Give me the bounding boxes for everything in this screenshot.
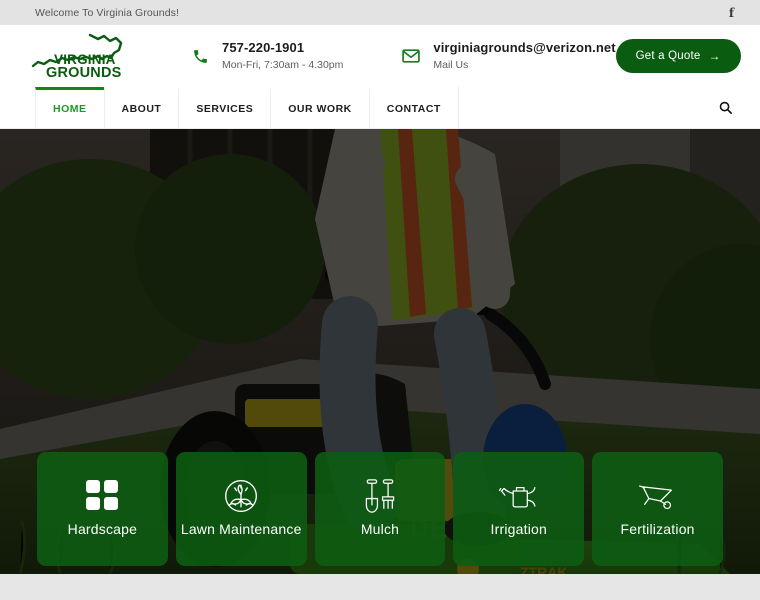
nav-item-about[interactable]: ABOUT [103,87,179,128]
top-announcement-bar: Welcome To Virginia Grounds! f [0,0,760,25]
service-card-mulch[interactable]: Mulch [314,452,446,566]
wheelbarrow-icon [638,475,678,517]
nav-item-our-work[interactable]: OUR WORK [270,87,369,128]
phone-hours: Mon-Fri, 7:30am - 4.30pm [222,59,344,72]
service-card-label: Fertilization [620,521,695,538]
hero-banner: DEERE ZTRAK [0,129,760,574]
service-card-irrigation[interactable]: Irrigation [453,452,585,566]
welcome-message: Welcome To Virginia Grounds! [35,6,180,19]
email-address: virginiagrounds@verizon.net [433,39,616,55]
service-cards: Hardscape Lawn Maintenance Mulch Irrigat… [37,452,723,566]
email-caption: Mail Us [433,59,469,72]
email-text: virginiagrounds@verizon.net Mail Us [433,40,615,72]
service-card-label: Mulch [360,521,400,538]
service-card-label: Irrigation [490,521,548,538]
plant-in-circle-icon [223,475,259,517]
nav-item-contact[interactable]: CONTACT [368,87,458,128]
quote-button-label: Get a Quote [635,50,701,62]
svg-text:GROUNDS: GROUNDS [46,65,122,80]
below-fold-area [0,574,760,600]
phone-number: 757-220-1901 [222,39,305,55]
search-icon[interactable] [710,87,740,128]
phone-icon [188,44,212,68]
watering-can-icon [498,475,539,517]
shovel-and-fork-icon [363,475,397,517]
phone-text: 757-220-1901 Mon-Fri, 7:30am - 4.30pm [222,40,343,72]
page-root: Welcome To Virginia Grounds! f VIRGINIA … [0,0,760,600]
phone-info[interactable]: 757-220-1901 Mon-Fri, 7:30am - 4.30pm [188,40,343,72]
envelope-icon [399,44,423,68]
service-card-hardscape[interactable]: Hardscape [37,452,168,566]
nav-item-services[interactable]: SERVICES [178,87,270,128]
site-logo[interactable]: VIRGINIA GROUNDS [28,32,146,80]
get-a-quote-button[interactable]: Get a Quote → [615,39,741,73]
social-links: f [723,7,740,19]
service-card-label: Hardscape [67,521,138,538]
service-card-fertilization[interactable]: Fertilization [592,452,723,566]
facebook-icon[interactable]: f [723,7,740,19]
site-header: VIRGINIA GROUNDS 757-220-1901 Mon-Fri, 7… [0,25,760,87]
main-navigation: HOME ABOUT SERVICES OUR WORK CONTACT [0,87,760,129]
arrow-right-icon: → [708,49,721,63]
service-card-label: Lawn Maintenance [180,521,302,538]
service-card-lawn-maintenance[interactable]: Lawn Maintenance [175,452,307,566]
grid-squares-icon [85,475,119,517]
email-info[interactable]: virginiagrounds@verizon.net Mail Us [399,40,616,72]
nav-items: HOME ABOUT SERVICES OUR WORK CONTACT [35,87,459,128]
nav-item-home[interactable]: HOME [35,87,104,128]
virginia-state-outline-icon: VIRGINIA GROUNDS [31,33,123,80]
